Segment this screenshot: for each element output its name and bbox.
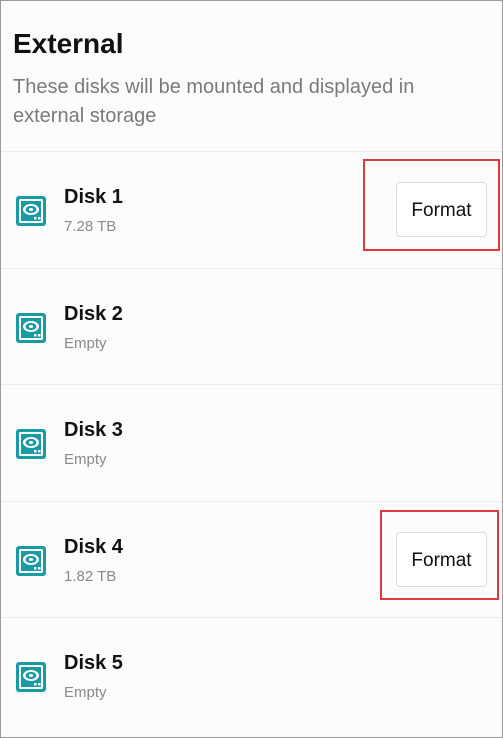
disk-name: Disk 3 — [64, 419, 123, 441]
hard-disk-icon — [16, 545, 46, 576]
hard-disk-icon — [16, 312, 46, 343]
section-subtitle: These disks will be mounted and displaye… — [13, 76, 415, 127]
disk-capacity: 7.28 TB — [64, 218, 117, 235]
disk-row[interactable]: Disk 2 Empty — [1, 267, 502, 385]
disk-name: Disk 2 — [64, 302, 123, 325]
disk-row[interactable]: Disk 4 1.82 TB Format — [1, 500, 502, 618]
disk-status: Empty — [64, 451, 107, 468]
hard-disk-icon — [16, 429, 46, 459]
disk-row[interactable]: Disk 3 Empty — [1, 384, 502, 501]
disk-row[interactable]: Disk 1 7.28 TB Format — [1, 151, 502, 268]
hard-disk-icon — [16, 662, 46, 692]
disk-name: Disk 4 — [64, 535, 123, 558]
disk-list: Disk 1 7.28 TB Format Disk 2 Empty Disk … — [1, 151, 502, 734]
disk-name: Disk 1 — [64, 186, 123, 208]
hard-disk-icon — [16, 196, 46, 226]
disk-status: Empty — [64, 334, 107, 352]
disk-status: Empty — [64, 684, 107, 701]
external-storage-panel: External These disks will be mounted and… — [0, 0, 503, 738]
format-disk-1-button[interactable]: Format — [396, 182, 487, 237]
disk-row[interactable]: Disk 5 Empty — [1, 617, 502, 734]
disk-capacity: 1.82 TB — [64, 567, 117, 585]
format-disk-4-button[interactable]: Format — [396, 531, 487, 587]
section-header: External These disks will be mounted and… — [1, 1, 502, 151]
disk-name: Disk 5 — [64, 652, 123, 674]
section-title: External — [13, 28, 124, 59]
